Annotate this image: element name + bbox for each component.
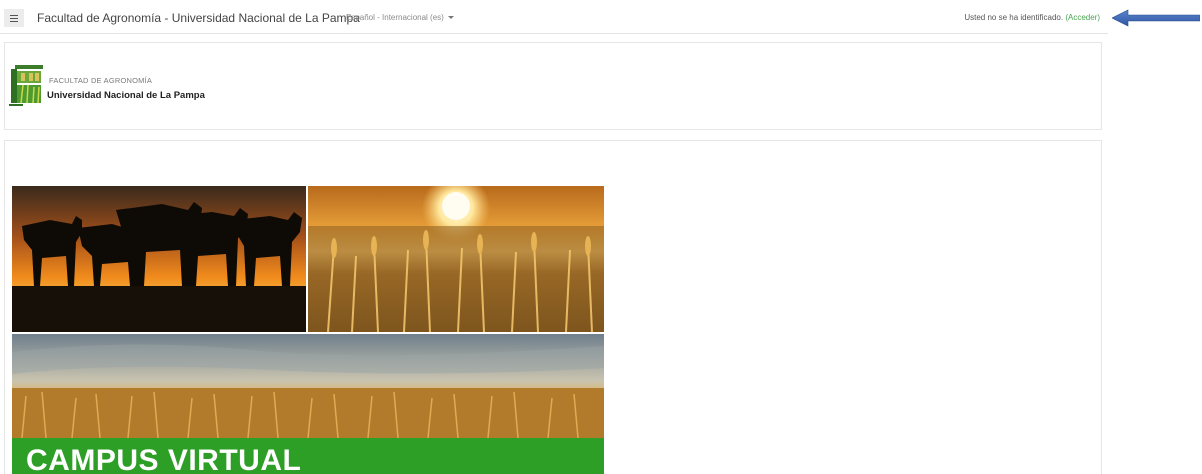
arrow-left-icon <box>1112 9 1200 27</box>
login-status-text: Usted no se ha identificado. <box>964 13 1064 22</box>
wheat-sunset-image <box>308 186 604 332</box>
cattle-sunset-image <box>12 186 306 332</box>
logo-university-text: Universidad Nacional de La Pampa <box>47 90 205 101</box>
campus-title-band: CAMPUS VIRTUAL <box>12 438 604 474</box>
login-link[interactable]: (Acceder) <box>1065 13 1100 22</box>
language-label: Español - Internacional (es) <box>346 13 444 22</box>
university-logo-icon <box>9 63 43 109</box>
caret-down-icon <box>447 16 454 20</box>
language-menu[interactable]: Español - Internacional (es) <box>346 13 454 22</box>
logo-faculty-text: FACULTAD DE AGRONOMÍA <box>49 76 153 85</box>
site-name-link[interactable]: Facultad de Agronomía - Universidad Naci… <box>37 11 360 25</box>
page-header: FACULTAD DE AGRONOMÍA Universidad Nacion… <box>4 42 1102 130</box>
hamburger-icon[interactable] <box>4 9 24 27</box>
campus-title: CAMPUS VIRTUAL <box>26 444 302 474</box>
campus-banner: CAMPUS VIRTUAL <box>12 186 604 474</box>
login-info: Usted no se ha identificado. (Acceder) <box>964 13 1100 22</box>
top-navbar: Facultad de Agronomía - Universidad Naci… <box>0 0 1108 34</box>
wheat-field-image <box>12 334 604 438</box>
